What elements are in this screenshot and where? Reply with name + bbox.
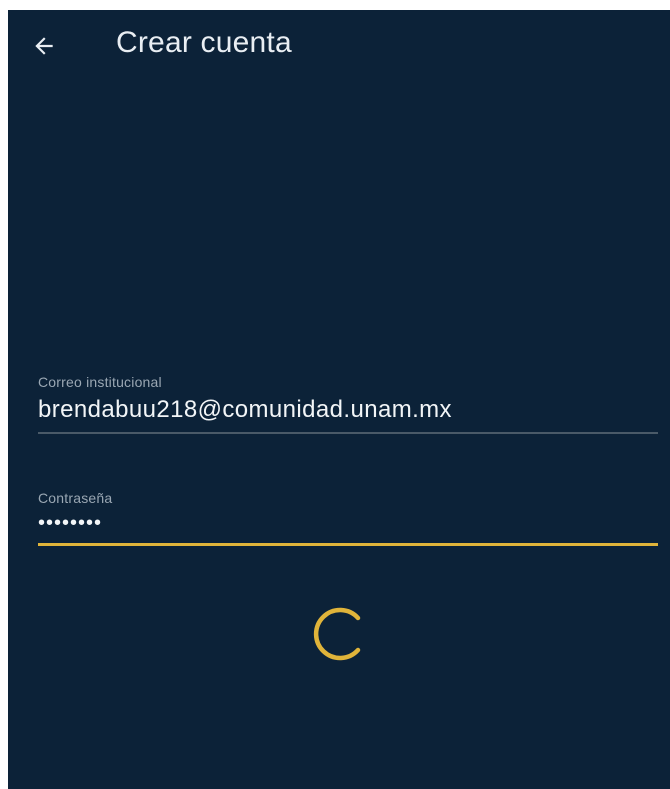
page-title: Crear cuenta xyxy=(116,26,292,59)
password-field-group: Contraseña xyxy=(38,490,658,546)
email-underline xyxy=(38,432,658,434)
loading-spinner-icon xyxy=(313,607,361,661)
create-account-screen: Crear cuenta Correo institucional Contra… xyxy=(8,10,670,789)
email-field[interactable] xyxy=(38,396,658,432)
email-label: Correo institucional xyxy=(38,374,162,390)
password-underline xyxy=(38,543,658,546)
back-button[interactable] xyxy=(22,24,66,68)
email-field-group: Correo institucional xyxy=(38,374,658,434)
app-bar: Crear cuenta xyxy=(8,10,670,82)
password-label: Contraseña xyxy=(38,490,113,506)
password-field[interactable] xyxy=(38,512,658,543)
arrow-left-icon xyxy=(35,37,53,55)
